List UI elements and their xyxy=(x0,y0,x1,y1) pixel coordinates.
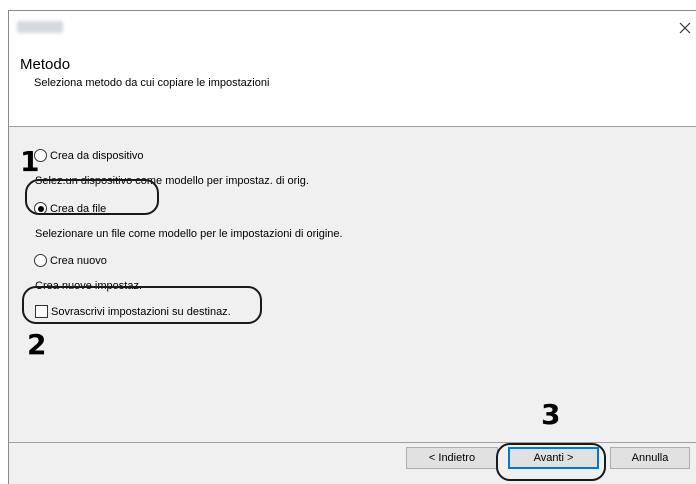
radio-label: Crea da dispositivo xyxy=(50,149,144,162)
radio-label: Crea nuovo xyxy=(50,254,107,267)
step-number-3: 3 xyxy=(541,398,561,431)
callout-highlight-next xyxy=(496,443,606,481)
radio-button-icon[interactable] xyxy=(34,254,47,267)
page-title: Metodo xyxy=(20,56,71,73)
close-icon[interactable] xyxy=(678,21,692,35)
dialog-header: Metodo Seleziona metodo da cui copiare l… xyxy=(9,45,696,127)
option-description: Selezionare un file come modello per le … xyxy=(35,228,343,240)
radio-crea-nuovo[interactable]: Crea nuovo xyxy=(34,254,107,267)
callout-highlight-crea-da-file xyxy=(25,179,159,215)
radio-crea-da-dispositivo[interactable]: Crea da dispositivo xyxy=(34,149,144,162)
step-number-1: 1 xyxy=(20,145,40,178)
back-button[interactable]: < Indietro xyxy=(406,447,498,469)
window-title-blurred xyxy=(17,21,63,33)
step-number-2: 2 xyxy=(27,328,47,361)
cancel-button[interactable]: Annulla xyxy=(610,447,690,469)
callout-highlight-overwrite xyxy=(22,286,262,324)
page-subtitle: Seleziona metodo da cui copiare le impos… xyxy=(34,77,270,89)
dialog-content: Crea da dispositivo Selez.un dispositivo… xyxy=(9,128,696,442)
title-bar xyxy=(9,11,696,45)
dialog-window: Metodo Seleziona metodo da cui copiare l… xyxy=(8,10,696,484)
